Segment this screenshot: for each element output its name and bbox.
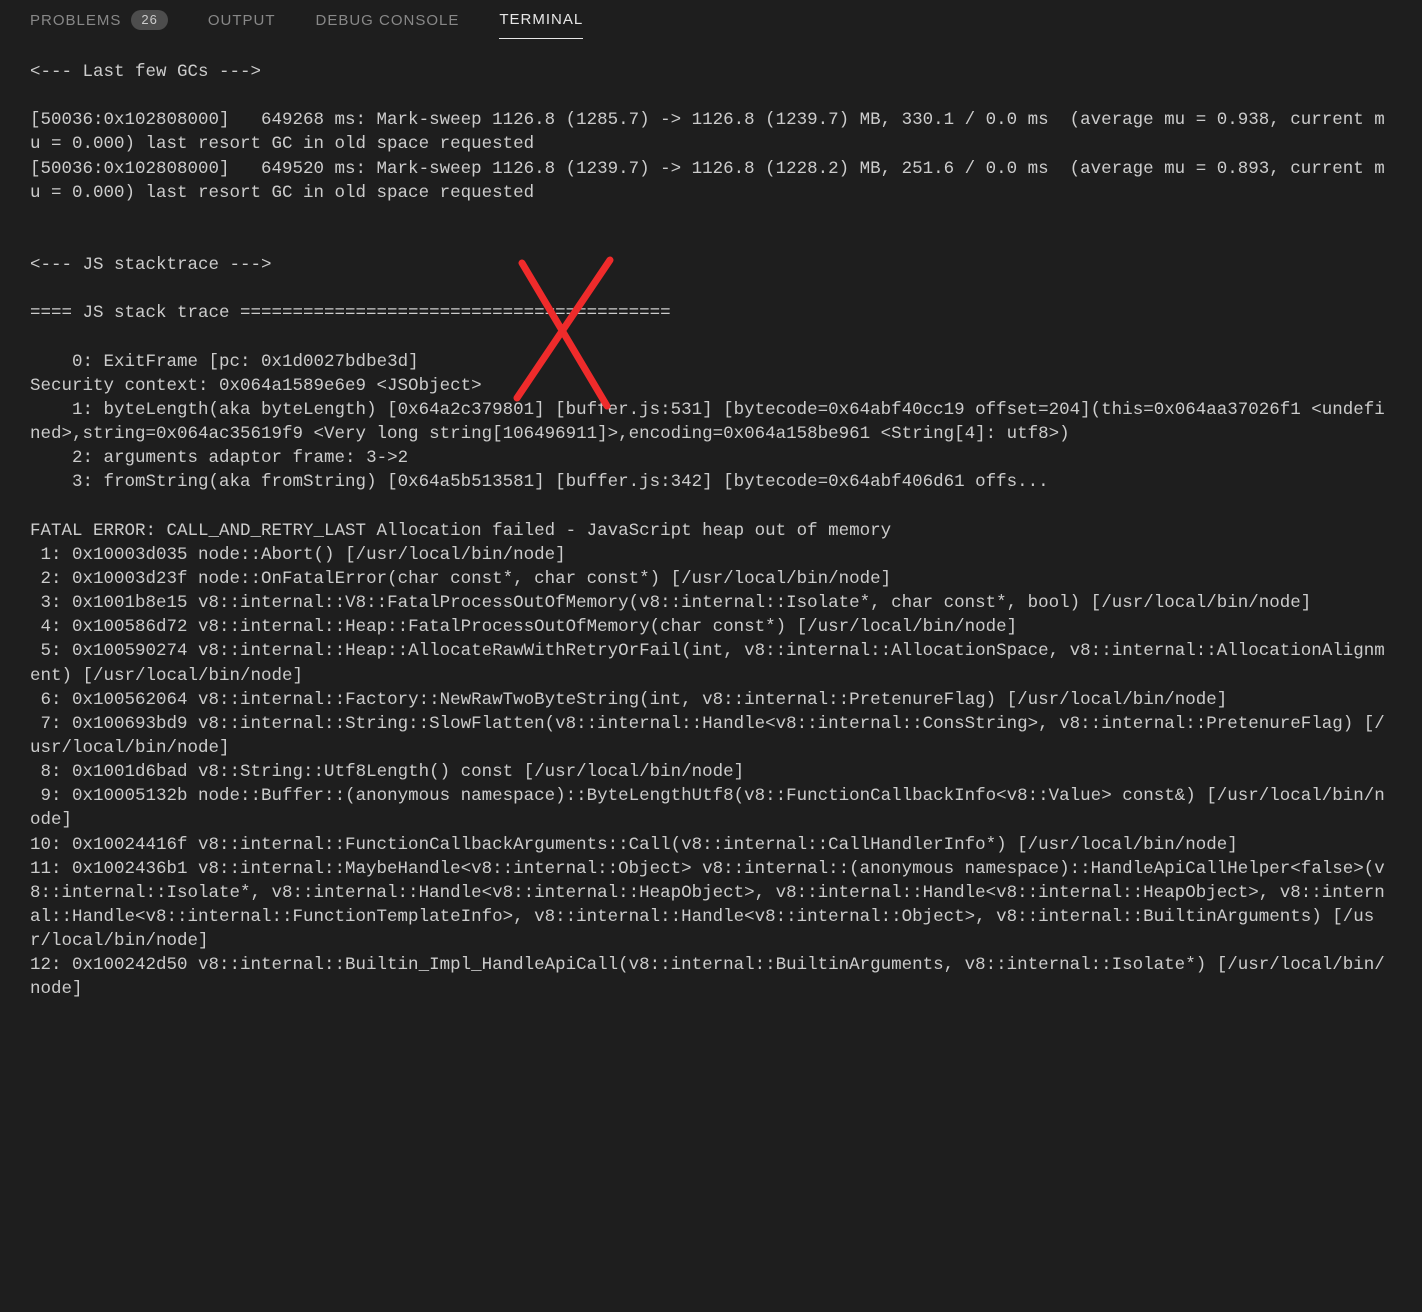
problems-badge: 26 <box>131 10 167 30</box>
tab-terminal-label: TERMINAL <box>499 9 583 30</box>
tab-problems[interactable]: PROBLEMS 26 <box>30 2 168 39</box>
terminal-output[interactable]: <--- Last few GCs ---> [50036:0x10280800… <box>0 40 1422 1021</box>
tab-problems-label: PROBLEMS <box>30 10 121 31</box>
tab-debug-console[interactable]: DEBUG CONSOLE <box>316 2 460 39</box>
tab-debug-label: DEBUG CONSOLE <box>316 10 460 31</box>
tab-output-label: OUTPUT <box>208 10 276 31</box>
tab-output[interactable]: OUTPUT <box>208 2 276 39</box>
panel-tabs: PROBLEMS 26 OUTPUT DEBUG CONSOLE TERMINA… <box>0 0 1422 40</box>
tab-terminal[interactable]: TERMINAL <box>499 1 583 39</box>
